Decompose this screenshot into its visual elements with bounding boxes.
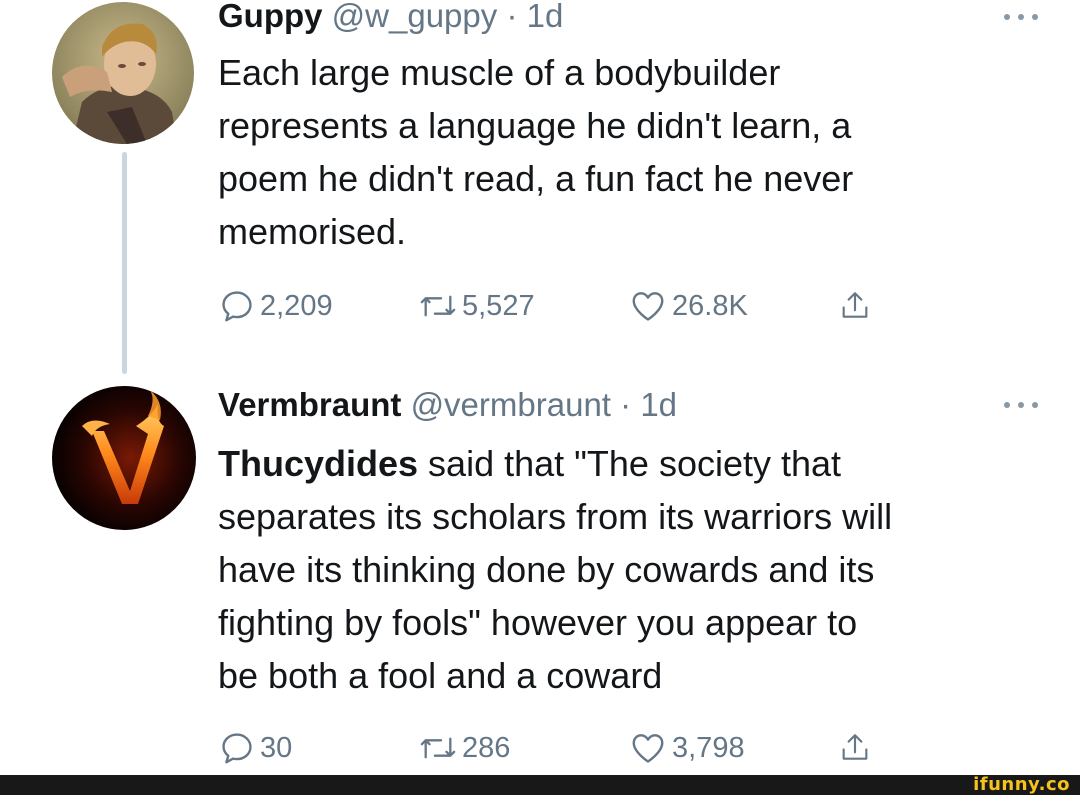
retweet-button[interactable]: 5,527 [418, 286, 535, 326]
tweet-text: Thucydides said that "The society that s… [218, 437, 1038, 702]
user-handle[interactable]: @vermbraunt [411, 386, 611, 423]
heart-icon [632, 292, 664, 321]
tweet-text: Each large muscle of a bodybuilder repre… [218, 52, 854, 252]
reply-icon [222, 291, 252, 322]
separator-dot: · [620, 386, 632, 423]
reply-count: 2,209 [260, 289, 333, 322]
retweet-count: 5,527 [462, 289, 535, 322]
share-button[interactable] [838, 286, 876, 326]
reply-count: 30 [260, 731, 293, 764]
share-icon [842, 734, 868, 760]
heart-icon [632, 734, 664, 763]
tweet-header: Vermbraunt @vermbraunt · 1d [218, 385, 677, 425]
reply-button[interactable]: 30 [218, 728, 292, 768]
ifunny-watermark: ifunny.co [973, 774, 1070, 795]
portrait-avatar-icon [52, 2, 194, 144]
like-button[interactable]: 26.8K [628, 286, 748, 326]
share-icon [842, 292, 868, 318]
share-button[interactable] [838, 728, 876, 768]
like-button[interactable]: 3,798 [628, 728, 745, 768]
display-name[interactable]: Vermbraunt [218, 386, 401, 423]
thread-connector-line [122, 152, 127, 374]
separator-dot: · [506, 0, 518, 34]
like-count: 26.8K [672, 289, 748, 322]
retweet-icon [420, 295, 456, 317]
flaming-v-avatar-icon [52, 386, 196, 530]
tweet-actions: 2,209 5,527 26.8K [218, 286, 918, 326]
avatar[interactable] [52, 2, 194, 144]
tweet-header: Guppy @w_guppy · 1d [218, 0, 563, 36]
timestamp[interactable]: 1d [640, 386, 677, 423]
more-icon[interactable] [1004, 12, 1038, 22]
avatar[interactable] [52, 386, 196, 530]
watermark-bar: ifunny.co [0, 775, 1080, 795]
tweet-actions: 30 286 3,798 [218, 728, 918, 768]
retweet-count: 286 [462, 731, 511, 764]
retweet-icon [420, 737, 456, 759]
reply-button[interactable]: 2,209 [218, 286, 333, 326]
display-name[interactable]: Guppy [218, 0, 323, 34]
tweet-text-bold: Thucydides [218, 443, 419, 484]
more-icon[interactable] [1004, 400, 1038, 410]
user-handle[interactable]: @w_guppy [332, 0, 498, 34]
reply-icon [222, 733, 252, 764]
like-count: 3,798 [672, 731, 745, 764]
retweet-button[interactable]: 286 [418, 728, 510, 768]
timestamp[interactable]: 1d [527, 0, 564, 34]
